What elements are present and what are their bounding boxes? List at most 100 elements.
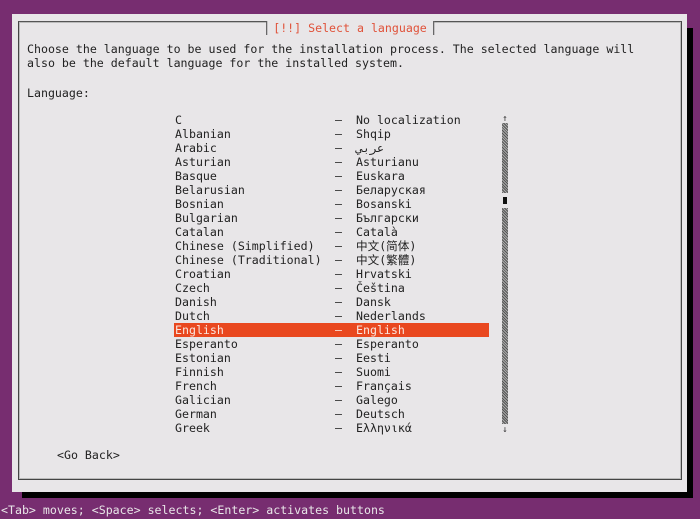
language-name: Danish [175,295,217,309]
separator-dash: – [335,267,342,281]
separator-dash: – [335,323,342,337]
language-option[interactable]: Belarusian – Беларуская [174,183,489,197]
scrollbar-track-upper[interactable] [502,123,508,193]
language-native-name: عربي [356,141,384,155]
language-option[interactable]: Bulgarian – Български [174,211,489,225]
language-native-name: Беларуская [356,183,426,197]
language-option[interactable]: Esperanto – Esperanto [174,337,489,351]
language-option[interactable]: Asturian – Asturianu [174,155,489,169]
language-name: English [175,323,224,337]
language-name: Dutch [175,309,210,323]
language-native-name: English [356,323,405,337]
select-language-dialog: [!!] Select a language Choose the langua… [12,14,687,492]
separator-dash: – [335,421,342,435]
language-option[interactable]: C – No localization [174,113,489,127]
separator-dash: – [335,197,342,211]
separator-dash: – [335,281,342,295]
dialog-title: [!!] Select a language [266,21,434,35]
language-native-name: Nederlands [356,309,426,323]
separator-dash: – [335,239,342,253]
separator-dash: – [335,183,342,197]
language-option[interactable]: Chinese (Traditional) – 中文(繁體) [174,253,489,267]
language-option[interactable]: Estonian – Eesti [174,351,489,365]
language-name: Galician [175,393,231,407]
separator-dash: – [335,407,342,421]
go-back-button[interactable]: <Go Back> [57,448,120,462]
language-name: Chinese (Simplified) [175,239,315,253]
scrollbar-track-lower[interactable] [502,208,508,424]
language-native-name: Eesti [356,351,391,365]
language-name: Chinese (Traditional) [175,253,322,267]
dialog-description: Choose the language to be used for the i… [27,42,634,70]
language-label: Language: [27,86,90,100]
language-name: French [175,379,217,393]
language-name: Bosnian [175,197,224,211]
language-native-name: Esperanto [356,337,419,351]
language-option[interactable]: Czech – Čeština [174,281,489,295]
language-option[interactable]: Croatian – Hrvatski [174,267,489,281]
language-option[interactable]: Arabic – عربي [174,141,489,155]
language-option[interactable]: Danish – Dansk [174,295,489,309]
language-name: Catalan [175,225,224,239]
language-native-name: 中文(简体) [356,239,417,253]
language-option[interactable]: Chinese (Simplified) – 中文(简体) [174,239,489,253]
separator-dash: – [335,351,342,365]
separator-dash: – [335,225,342,239]
scroll-down-icon[interactable]: ↓ [500,425,510,435]
separator-dash: – [335,379,342,393]
language-native-name: Deutsch [356,407,405,421]
language-name: Basque [175,169,217,183]
language-name: Arabic [175,141,217,155]
language-native-name: Hrvatski [356,267,412,281]
language-native-name: Български [356,211,419,225]
language-option[interactable]: Bosnian – Bosanski [174,197,489,211]
language-native-name: No localization [356,113,461,127]
language-option[interactable]: Catalan – Català [174,225,489,239]
language-name: Asturian [175,155,231,169]
language-native-name: Galego [356,393,398,407]
language-native-name: Ελληνικά [356,421,412,435]
separator-dash: – [335,253,342,267]
language-option[interactable]: Galician – Galego [174,393,489,407]
language-name: German [175,407,217,421]
description-line-2: also be the default language for the ins… [27,56,404,70]
language-native-name: 中文(繁體) [356,253,417,267]
language-native-name: Dansk [356,295,391,309]
separator-dash: – [335,169,342,183]
separator-dash: – [335,211,342,225]
language-option[interactable]: French – Français [174,379,489,393]
language-option[interactable]: Albanian – Shqip [174,127,489,141]
separator-dash: – [335,365,342,379]
language-native-name: Suomi [356,365,391,379]
language-native-name: Čeština [356,281,405,295]
language-native-name: Bosanski [356,197,412,211]
separator-dash: – [335,127,342,141]
separator-dash: – [335,155,342,169]
language-name: Albanian [175,127,231,141]
language-native-name: Shqip [356,127,391,141]
language-option-selected[interactable]: English – English [174,323,489,337]
language-name: Esperanto [175,337,238,351]
language-option[interactable]: Finnish – Suomi [174,365,489,379]
language-name: Bulgarian [175,211,238,225]
status-bar-hint: <Tab> moves; <Space> selects; <Enter> ac… [1,503,385,517]
language-native-name: Euskara [356,169,405,183]
language-option[interactable]: Greek – Ελληνικά [174,421,489,435]
language-option[interactable]: German – Deutsch [174,407,489,421]
description-line-1: Choose the language to be used for the i… [27,42,635,56]
separator-dash: – [335,309,342,323]
separator-dash: – [335,141,342,155]
language-name: Belarusian [175,183,245,197]
language-list[interactable]: C – No localization Albanian – Shqip Arabic – عر… [174,113,489,435]
language-name: Czech [175,281,210,295]
language-option[interactable]: Dutch – Nederlands [174,309,489,323]
language-name: Greek [175,421,210,435]
language-list-scrollbar[interactable]: ↑ ↓ [500,113,510,435]
separator-dash: – [335,113,342,127]
language-native-name: Français [356,379,412,393]
scrollbar-thumb[interactable] [503,197,507,204]
separator-dash: – [335,295,342,309]
language-native-name: Català [356,225,398,239]
language-name: C [175,113,182,127]
language-option[interactable]: Basque – Euskara [174,169,489,183]
